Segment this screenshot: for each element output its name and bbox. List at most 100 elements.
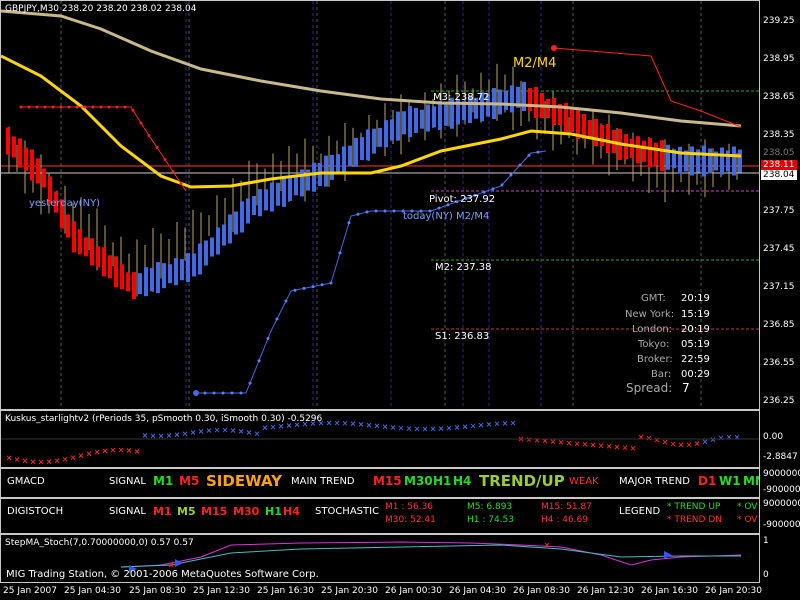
gmacd-name: GMACD [7,476,45,487]
bull-bar [360,137,364,161]
range-dot [320,283,324,287]
bull-bar [504,90,508,110]
stepma-scale: 1 0 [761,534,800,583]
bear-bar [600,125,604,146]
gmacd-pane[interactable]: GMACD SIGNAL M1 M5 SIDEWAY MAIN TREND M1… [0,468,760,498]
digistoch-pane[interactable]: DIGISTOCH SIGNAL M1 M5 M15 M30 H1 H4 STO… [0,498,760,534]
bull-bar [168,264,172,284]
range-dot [163,158,167,161]
bull-bar [144,267,148,297]
range-dot [147,134,151,137]
bull-bar [282,175,286,207]
time-tick: 25 Jan 16:30 [257,586,314,596]
gmacd-trend: TREND/UP [479,472,565,490]
bear-bar [96,246,100,268]
stepma-title: StepMA_Stoch(7,0.70000000,0) 0.57 0.57 [5,538,194,548]
range-dot [139,121,143,125]
range-dot [43,105,47,109]
bear-bar [108,255,112,279]
bull-bar [678,146,682,174]
range-dot [212,391,216,395]
range-dot [51,105,55,109]
kuskus-indicator-pane[interactable]: Kuskus_starlightv2 (rPeriods 35, pSmooth… [0,410,760,468]
digistoch-m30: M30 [233,505,260,518]
kuskus-tick: -2.8847 [763,452,798,462]
range-dot [35,105,39,109]
digistoch-m1: M1 [153,505,172,518]
bull-bar [420,109,424,129]
bear-bar [552,98,556,125]
time-tick: 25 Jan 20:30 [321,586,378,596]
spread-label: Spread: [626,381,673,395]
range-dot [329,281,333,285]
range-dot [374,209,378,213]
bear-bar [36,158,40,184]
range-dot [311,285,315,289]
range-dot [500,183,504,187]
bear-bar [636,136,640,164]
today-high-marker [551,45,557,51]
bull-bar [432,106,436,128]
bear-bar [630,138,634,158]
price-tick: 238.95 [763,54,795,64]
range-dot [83,105,87,109]
bear-bar [18,138,22,168]
gmt-label: GMT: [641,293,666,304]
gmacd-m15: M15 [373,474,402,488]
time-tick: 25 Jan 12:30 [193,586,250,596]
range-dot [491,187,495,191]
gmacd-scale: 9000000 -9000000 [761,468,800,498]
london-label: London: [632,324,673,335]
time-tick: 26 Jan 00:30 [385,586,442,596]
main-chart-pane[interactable]: GBPJPY,M30 238.20 238.20 238.02 238.04 M… [0,0,760,410]
stepma-tick-top: 1 [763,536,769,546]
gmacd-w1: W1 [719,474,741,488]
bear-bar [624,134,628,160]
gmacd-m5: M5 [179,474,200,488]
time-tick: 26 Jan 12:30 [577,586,634,596]
range-dot [527,153,531,157]
stepma-tick-bottom: 0 [763,570,769,580]
range-dot [284,299,288,303]
legend-ov-up: * OV [737,502,758,512]
range-dot [365,210,369,214]
range-dot [356,212,360,216]
range-dot [248,381,252,385]
bull-bar [312,162,316,192]
bull-bar [276,182,280,206]
stepma-stoch-pane[interactable]: StepMA_Stoch(7,0.70000000,0) 0.57 0.57 M… [0,534,760,583]
range-dot [27,105,31,109]
range-dot [115,105,119,109]
bull-bar [162,263,166,289]
range-dot [239,391,243,395]
newyork-label: New York: [625,309,675,320]
bull-bar [408,106,412,138]
range-dot [536,150,540,154]
bear-bar [660,140,664,172]
price-tick: 238.05 [763,148,795,158]
bull-bar [708,148,712,174]
range-dot [509,173,513,177]
price-tick: 238.65 [763,92,795,102]
bear-bar [72,221,76,253]
bull-bar [264,189,268,211]
bull-bar [210,237,214,257]
bull-bar [324,155,328,187]
bull-bar [156,262,160,294]
range-dot [155,146,159,149]
gmacd-tick: 9000000 [763,469,800,479]
digistoch-signal-label: SIGNAL [109,506,146,517]
bull-bar [342,146,346,174]
bull-bar [444,102,448,126]
bar-label: Bar: [651,369,672,380]
stoch-h4-value: H4 : 46.69 [541,515,589,525]
gmacd-h4: H4 [453,474,472,488]
m2-level-label: M2: 237.38 [435,262,492,273]
bull-bar [174,258,178,286]
bear-bar [606,124,610,153]
bull-bar [690,146,694,176]
fast-moving-average [1,54,742,189]
price-tick: 237.75 [763,206,795,216]
price-tick: 236.55 [763,358,795,368]
bull-bar [732,146,736,176]
